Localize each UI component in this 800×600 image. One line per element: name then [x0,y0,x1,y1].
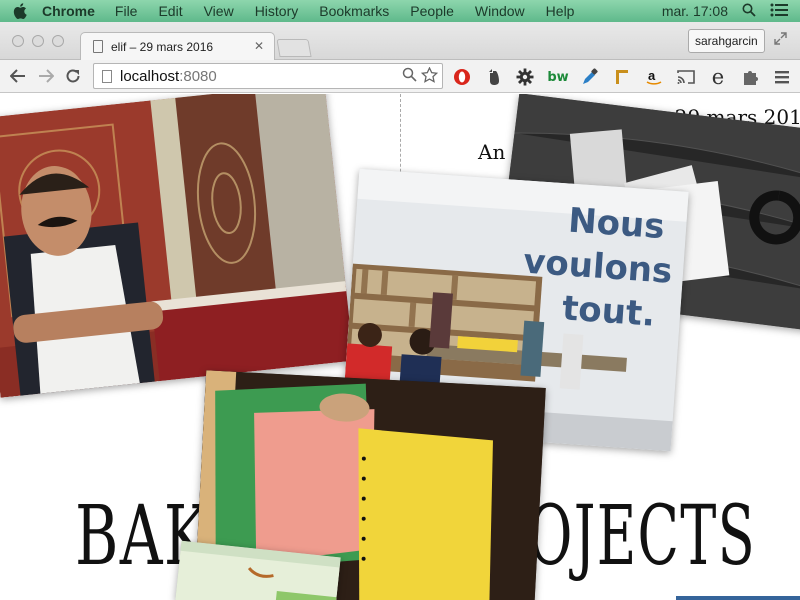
spotlight-search-icon[interactable] [742,3,756,20]
menu-people[interactable]: People [410,3,454,19]
zoom-window-button[interactable] [52,35,64,47]
photo-rug-seller[interactable] [0,94,354,398]
close-window-button[interactable] [12,35,24,47]
svg-text:a: a [648,68,656,83]
settings-gear-icon[interactable] [515,67,535,87]
apple-icon[interactable] [12,3,28,19]
menu-edit[interactable]: Edit [158,3,182,19]
bw-extension-icon[interactable]: bw [547,67,568,87]
color-picker-icon[interactable] [580,67,600,87]
address-bar[interactable]: localhost:8080 [93,63,443,89]
profile-button[interactable]: sarahgarcin [688,29,765,53]
reload-icon[interactable] [63,66,83,86]
menu-history[interactable]: History [255,3,299,19]
evernote-extension-icon[interactable] [484,67,504,87]
cast-icon[interactable] [676,67,696,87]
menu-hamburger-icon[interactable] [772,67,792,87]
e-extension-icon[interactable]: e [708,67,728,88]
poster-line-1: Nous [567,201,666,248]
notification-center-icon[interactable] [770,3,788,20]
minimize-window-button[interactable] [32,35,44,47]
tab-strip: elif – 29 mars 2016 ✕ sarahgarcin [0,22,800,60]
macos-menubar: Chrome File Edit View History Bookmarks … [0,0,800,22]
menu-window[interactable]: Window [475,3,525,19]
browser-toolbar: localhost:8080 bw a e [0,60,800,93]
blue-image-edge [676,596,800,600]
poster-line-3: tout. [561,288,657,334]
ruler-extension-icon[interactable] [612,67,632,87]
page-info-icon[interactable] [102,69,112,83]
new-tab-button[interactable] [276,39,312,57]
tab-active[interactable]: elif – 29 mars 2016 ✕ [80,32,275,60]
menu-bookmarks[interactable]: Bookmarks [319,3,389,19]
puzzle-extension-icon[interactable] [740,67,760,87]
tab-title: elif – 29 mars 2016 [111,39,214,54]
menu-help[interactable]: Help [546,3,575,19]
menu-file[interactable]: File [115,3,138,19]
zoom-search-icon[interactable] [402,67,417,87]
menubar-clock[interactable]: mar. 17:08 [662,3,728,19]
page-subtitle-fragment: An [478,140,506,164]
back-arrow-icon[interactable] [8,66,28,86]
big-heading-right: OJECTS [528,489,757,584]
opera-extension-icon[interactable] [452,67,472,87]
window-controls [12,35,64,47]
page-viewport: elif – 29 mars 2016 An BAK OJECTS [0,94,800,600]
fullscreen-icon[interactable] [774,32,788,46]
close-tab-icon[interactable]: ✕ [254,39,264,53]
forward-arrow-icon[interactable] [36,66,56,86]
address-host: localhost [120,67,180,85]
menu-view[interactable]: View [204,3,234,19]
menubar-app-name[interactable]: Chrome [42,3,95,19]
address-port: :8080 [179,67,217,85]
amazon-icon[interactable]: a [644,67,664,87]
page-icon [93,40,103,53]
bookmark-star-icon[interactable] [420,66,439,87]
